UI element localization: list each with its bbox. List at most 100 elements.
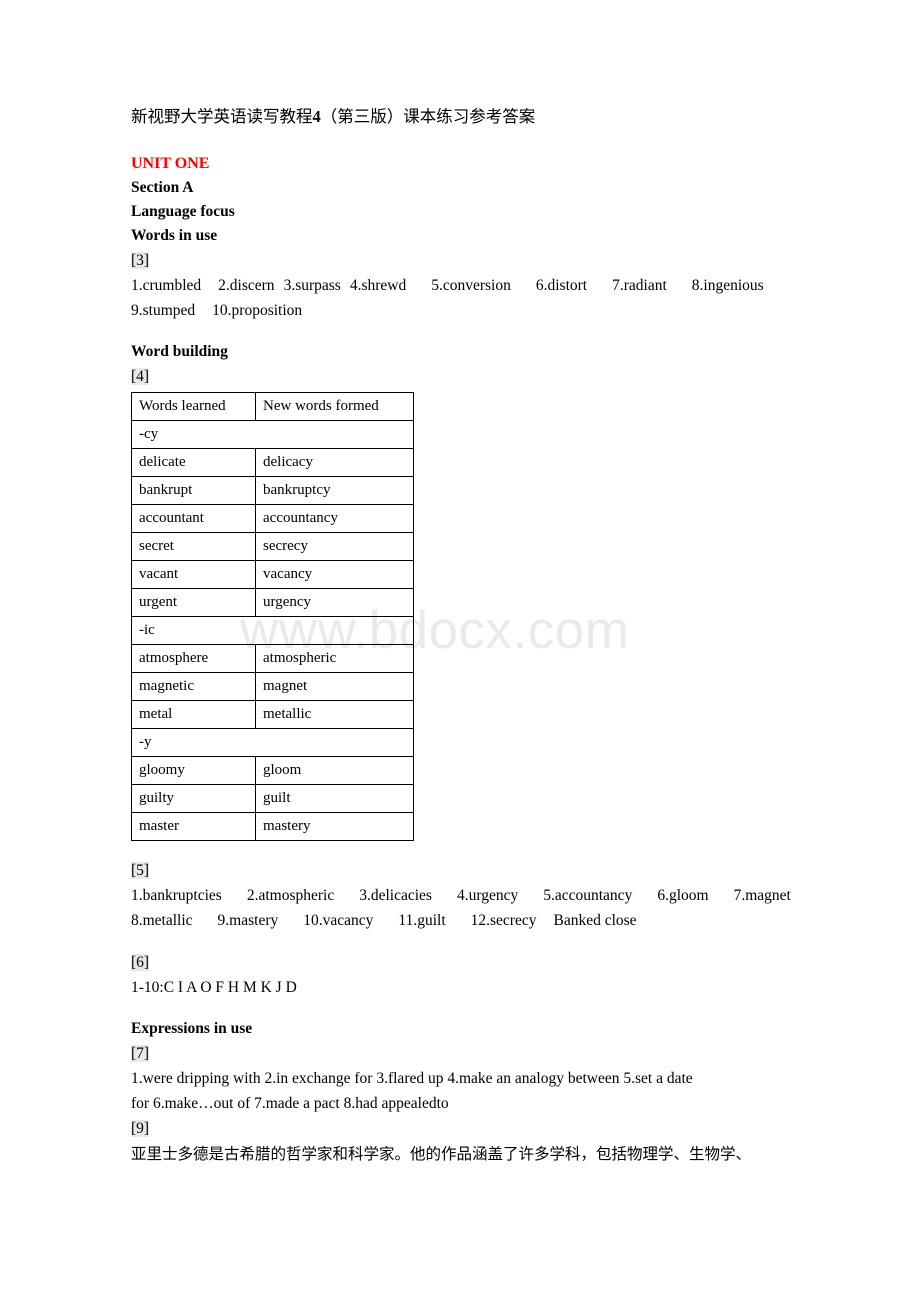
- word-formed: mastery: [255, 812, 414, 841]
- word-formed: vacancy: [255, 560, 414, 589]
- word-learned: guilty: [131, 784, 256, 813]
- word-learned: magnetic: [131, 672, 256, 701]
- answer-item: 11.guilt: [398, 912, 446, 929]
- document-page: www.bdocx.com 新视野大学英语读写教程4（第三版）课本练习参考答案 …: [0, 0, 920, 1302]
- exercise-7-line-1: 1.were dripping with 2.in exchange for 3…: [131, 1070, 693, 1087]
- table-suffix-row: -cy: [131, 420, 414, 449]
- table-row: urgent urgency: [131, 588, 414, 617]
- exercise-7-label-text: [7]: [131, 1045, 150, 1062]
- exercise-5-label-text: [5]: [131, 862, 150, 879]
- suffix-label: -y: [131, 728, 414, 757]
- word-learned: bankrupt: [131, 476, 256, 505]
- word-learned: atmosphere: [131, 644, 256, 673]
- table-row: bankrupt bankruptcy: [131, 476, 414, 505]
- exercise-9-label: [9]: [131, 1116, 791, 1141]
- answer-item: 6.gloom: [657, 887, 709, 904]
- exercise-5-answers-line-1: 1.bankruptcies 2.atmospheric 3.delicacies 4…: [131, 883, 791, 908]
- exercise-4-label-text: [4]: [131, 368, 150, 385]
- section-heading: Section A: [131, 179, 194, 196]
- word-formed: secrecy: [255, 532, 414, 561]
- table-row: accountant accountancy: [131, 504, 414, 533]
- table-row: secret secrecy: [131, 532, 414, 561]
- answer-item: 3.delicacies: [359, 887, 432, 904]
- exercise-5-answers-line-2: 8.metallic 9.mastery 10.vacancy 11.guilt 12.…: [131, 908, 791, 933]
- word-formed: accountancy: [255, 504, 414, 533]
- table-row: magnetic magnet: [131, 672, 414, 701]
- document-title-suffix: （第三版）课本练习参考答案: [320, 107, 536, 126]
- answer-item: 6.distort: [535, 277, 588, 294]
- exercise-6-label: [6]: [131, 950, 791, 975]
- exercise-3-answers-line-2: 9.stumped 10.proposition: [131, 298, 791, 323]
- exercise-4-label: [4]: [131, 364, 791, 389]
- table-row: gloomy gloom: [131, 756, 414, 785]
- word-learned: secret: [131, 532, 256, 561]
- exercise-6-answer: 1-10:C I A O F H M K J D: [131, 979, 297, 996]
- answer-item: 10.proposition: [212, 302, 303, 319]
- answer-item: 8.metallic: [131, 912, 193, 929]
- word-building-table-body: Words learned New words formed -cy delic…: [131, 392, 414, 841]
- answer-item: 10.vacancy: [303, 912, 374, 929]
- answer-item: 9.mastery: [217, 912, 279, 929]
- word-learned: delicate: [131, 448, 256, 477]
- table-header-words-learned: Words learned: [131, 392, 256, 421]
- exercise-7-label: [7]: [131, 1041, 791, 1066]
- exercise-5-label: [5]: [131, 858, 791, 883]
- word-learned: metal: [131, 700, 256, 729]
- answer-item: 4.urgency: [456, 887, 519, 904]
- word-formed: guilt: [255, 784, 414, 813]
- suffix-label: -ic: [131, 616, 414, 645]
- exercise-7-line-2: for 6.make…out of 7.made a pact 8.had ap…: [131, 1095, 449, 1112]
- expressions-in-use-heading: Expressions in use: [131, 1020, 253, 1037]
- answer-item: 2.atmospheric: [246, 887, 335, 904]
- unit-heading: UNIT ONE: [131, 155, 210, 172]
- words-in-use-heading: Words in use: [131, 227, 218, 244]
- document-title-number: 4: [312, 107, 321, 126]
- exercise-9-label-text: [9]: [131, 1120, 150, 1137]
- word-learned: accountant: [131, 504, 256, 533]
- table-header-row: Words learned New words formed: [131, 392, 414, 421]
- answer-item: 5.accountancy: [543, 887, 633, 904]
- answer-item: 4.shrewd: [349, 277, 407, 294]
- word-learned: gloomy: [131, 756, 256, 785]
- document-content: 新视野大学英语读写教程4（第三版）课本练习参考答案 UNIT ONE Secti…: [131, 104, 791, 1167]
- answer-item: 2.discern: [218, 277, 275, 294]
- word-formed: urgency: [255, 588, 414, 617]
- answer-item: 9.stumped: [131, 302, 196, 319]
- table-suffix-row: -y: [131, 728, 414, 757]
- answer-item: 7.magnet: [733, 887, 791, 904]
- table-row: guilty guilt: [131, 784, 414, 813]
- word-formed: gloom: [255, 756, 414, 785]
- document-title-prefix: 新视野大学英语读写教程: [131, 107, 313, 126]
- word-learned: urgent: [131, 588, 256, 617]
- table-row: master mastery: [131, 812, 414, 841]
- answer-item: 5.conversion: [431, 277, 511, 294]
- word-formed: metallic: [255, 700, 414, 729]
- table-header-new-words-formed: New words formed: [255, 392, 414, 421]
- word-learned: master: [131, 812, 256, 841]
- word-formed: delicacy: [255, 448, 414, 477]
- document-title: 新视野大学英语读写教程4（第三版）课本练习参考答案: [131, 104, 791, 130]
- answer-item: 12.secrecy: [470, 912, 537, 929]
- answer-item: 1.crumbled: [131, 277, 202, 294]
- suffix-label: -cy: [131, 420, 414, 449]
- word-formed: bankruptcy: [255, 476, 414, 505]
- table-row: vacant vacancy: [131, 560, 414, 589]
- answer-item: Banked close: [553, 912, 637, 929]
- answer-item: 7.radiant: [612, 277, 667, 294]
- exercise-6-label-text: [6]: [131, 954, 150, 971]
- word-learned: vacant: [131, 560, 256, 589]
- table-row: atmosphere atmospheric: [131, 644, 414, 673]
- answer-item: 8.ingenious: [691, 277, 764, 294]
- answer-item: 1.bankruptcies: [131, 887, 222, 904]
- word-formed: atmospheric: [255, 644, 414, 673]
- word-building-table: Words learned New words formed -cy delic…: [131, 392, 414, 841]
- exercise-3-answers-line-1: 1.crumbled 2.discern 3.surpass 4.shrewd 5.co…: [131, 273, 791, 298]
- table-row: delicate delicacy: [131, 448, 414, 477]
- exercise-9-translation: 亚里士多德是古希腊的哲学家和科学家。他的作品涵盖了许多学科，包括物理学、生物学、: [131, 1145, 752, 1163]
- word-building-heading: Word building: [131, 343, 228, 360]
- table-suffix-row: -ic: [131, 616, 414, 645]
- language-focus-heading: Language focus: [131, 203, 235, 220]
- word-formed: magnet: [255, 672, 414, 701]
- exercise-3-label: [3]: [131, 248, 791, 273]
- table-row: metal metallic: [131, 700, 414, 729]
